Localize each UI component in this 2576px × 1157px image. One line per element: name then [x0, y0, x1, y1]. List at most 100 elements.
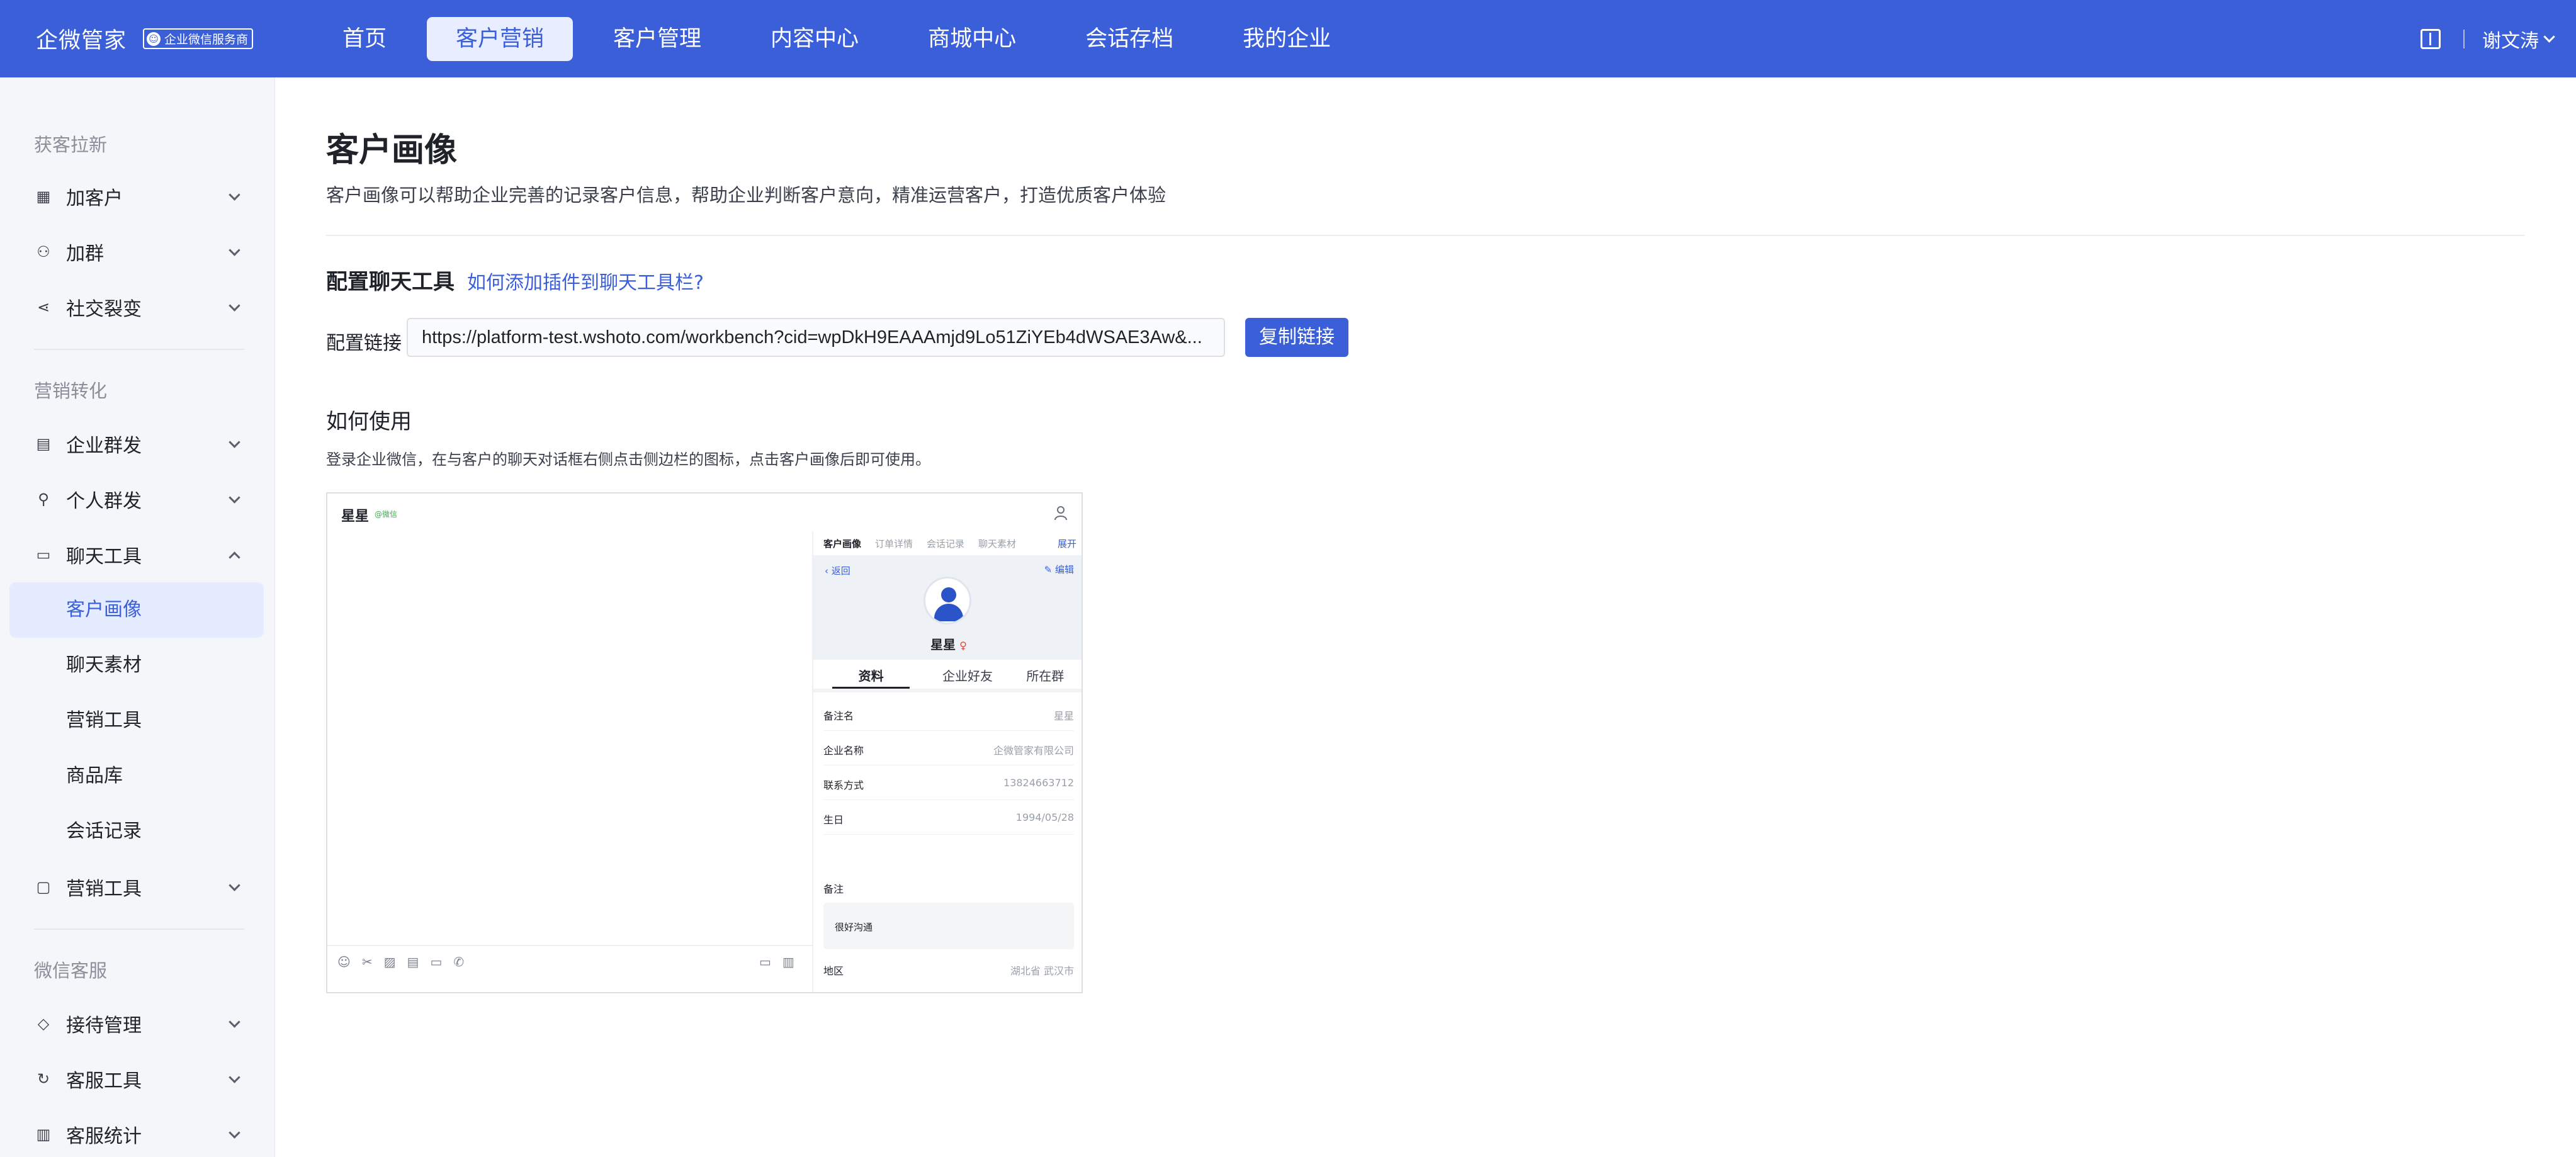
preview-chat-name: 星星 — [341, 509, 370, 524]
preview-field-row: 备注名 星星 — [823, 696, 1074, 731]
sidebar-item-service-tools[interactable]: ↻ 客服工具 — [9, 1051, 264, 1107]
preview-profile-header: ‹ 返回 ✎ 编辑 星星 ♀ — [813, 555, 1082, 660]
usage-preview-image: 星星 @微信 ☺ ✂ ▨ ▤ ▭ ✆ ▭ ▥ 客户画像 订单详情 会话记录 聊天… — [326, 492, 1083, 993]
headset-icon: ↻ — [37, 1070, 50, 1088]
chevron-down-icon — [229, 188, 240, 201]
field-value: 企微管家有限公司 — [993, 745, 1074, 757]
sidebar-subitem-label: 商品库 — [66, 765, 123, 787]
brand[interactable]: 企微管家 ☺ 企业微信服务商 — [36, 0, 254, 77]
sidebar-item-add-customer[interactable]: ▦ 加客户 — [9, 169, 264, 224]
preview-subtabs: 资料 企业好友 所在群 — [813, 663, 1082, 692]
user-group-icon: ⚇ — [37, 243, 50, 261]
sidebar-divider — [34, 349, 244, 350]
preview-tab-orders: 订单详情 — [875, 538, 913, 550]
sidebar-item-add-group[interactable]: ⚇ 加群 — [9, 224, 264, 279]
preview-profile-name: 星星 ♀ — [813, 635, 1082, 653]
preview-chat-tools: ☺ ✂ ▨ ▤ ▭ ✆ — [337, 954, 464, 969]
field-value: 湖北省 武汉市 — [1010, 965, 1074, 977]
chevron-down-icon — [229, 436, 240, 448]
sidebar-subitem-chat-materials[interactable]: 聊天素材 — [9, 638, 264, 693]
sidebar-subitem-customer-profile[interactable]: 客户画像 — [9, 582, 264, 638]
chat-box-icon: ▭ — [36, 546, 51, 563]
config-link-label: 配置链接 — [326, 332, 402, 354]
building-icon: ▤ — [36, 435, 51, 453]
nav-customer-marketing[interactable]: 客户营销 — [427, 16, 573, 61]
sidebar-item-label: 企业群发 — [66, 435, 142, 457]
sidebar-item-label: 聊天工具 — [66, 546, 142, 568]
sidebar-subitem-product-library[interactable]: 商品库 — [9, 748, 264, 804]
sidebar-item-service-stats[interactable]: ▥ 客服统计 — [9, 1107, 264, 1157]
sidebar-item-label: 加客户 — [66, 188, 123, 210]
preview-chat-area: ☺ ✂ ▨ ▤ ▭ ✆ ▭ ▥ — [327, 531, 812, 992]
chevron-down-icon[interactable] — [2543, 31, 2555, 43]
preview-note-box: 很好沟通 — [823, 903, 1074, 949]
chevron-up-icon — [229, 551, 240, 563]
divider — [2463, 29, 2465, 48]
sidebar-item-label: 加群 — [66, 243, 104, 265]
config-link-field[interactable]: https://platform-test.wshoto.com/workben… — [407, 318, 1225, 357]
preview-profile-name-text: 星星 — [930, 637, 956, 652]
top-navbar: 企微管家 ☺ 企业微信服务商 首页 客户营销 客户管理 内容中心 商城中心 会话… — [0, 0, 2576, 77]
person-settings-icon — [1054, 506, 1067, 521]
nav-session-archive[interactable]: 会话存档 — [1056, 17, 1202, 61]
preview-region-row: 地区 湖北省 武汉市 — [823, 962, 1074, 978]
chevron-down-icon — [229, 491, 240, 504]
sidebar-subitem-label: 营销工具 — [66, 709, 142, 731]
sidebar-toggle-icon: ▥ — [782, 954, 794, 969]
bar-chart-icon: ▥ — [36, 1126, 51, 1143]
preview-tab-records: 会话记录 — [927, 538, 965, 550]
field-key: 备注名 — [823, 710, 854, 722]
help-link[interactable]: 如何添加插件到聊天工具栏? — [467, 267, 704, 295]
message-icon: ▢ — [36, 878, 51, 896]
preview-subtab-info: 资料 — [832, 663, 910, 689]
chevron-down-icon — [229, 244, 240, 256]
sidebar-item-reception-management[interactable]: ◇ 接待管理 — [9, 996, 264, 1051]
screen-icon: ▭ — [759, 954, 771, 969]
main-nav: 首页 客户营销 客户管理 内容中心 商城中心 会话存档 我的企业 — [314, 0, 1371, 77]
nav-my-enterprise[interactable]: 我的企业 — [1214, 17, 1360, 61]
chevron-down-icon — [229, 1126, 240, 1139]
chevron-down-icon — [229, 1015, 240, 1028]
emoji-icon: ☺ — [337, 954, 351, 969]
sidebar-item-personal-broadcast[interactable]: ⚲ 个人群发 — [9, 471, 264, 527]
share-icon: ⋖ — [37, 298, 50, 316]
nav-content-center[interactable]: 内容中心 — [742, 17, 888, 61]
preview-chat-tools-right: ▭ ▥ — [759, 954, 794, 969]
field-value: 星星 — [1053, 710, 1074, 722]
help-book-icon[interactable] — [2421, 28, 2441, 49]
preview-edit: ✎ 编辑 — [1044, 564, 1074, 575]
badge-label: 企业微信服务商 — [164, 33, 249, 47]
user-name[interactable]: 谢文涛 — [2482, 25, 2539, 53]
field-key: 企业名称 — [823, 745, 864, 757]
nav-home[interactable]: 首页 — [314, 17, 415, 61]
field-key: 联系方式 — [823, 779, 864, 791]
nav-customer-management[interactable]: 客户管理 — [584, 17, 730, 61]
config-section-title: 配置聊天工具 — [326, 269, 455, 295]
copy-link-button[interactable]: 复制链接 — [1245, 318, 1348, 357]
howto-description: 登录企业微信，在与客户的聊天对话框右侧点击侧边栏的图标，点击客户画像后即可使用。 — [326, 451, 930, 468]
sidebar-item-chat-tools[interactable]: ▭ 聊天工具 — [9, 527, 264, 582]
preview-side-panel: 客户画像 订单详情 会话记录 聊天素材 展开 ‹ 返回 ✎ 编辑 星星♀ 资料 — [812, 531, 1082, 992]
sidebar-item-enterprise-broadcast[interactable]: ▤ 企业群发 — [9, 416, 264, 471]
content-divider — [326, 235, 2524, 236]
sidebar-item-marketing-tools[interactable]: ▢ 营销工具 — [9, 859, 264, 915]
nav-mall-center[interactable]: 商城中心 — [899, 17, 1045, 61]
sidebar-subitem-label: 会话记录 — [66, 820, 142, 842]
sidebar-subitem-marketing-tools[interactable]: 营销工具 — [9, 693, 264, 748]
chevron-down-icon — [229, 299, 240, 312]
chevron-down-icon — [229, 879, 240, 891]
preview-edit-label: 编辑 — [1054, 564, 1074, 575]
sidebar-item-social-fission[interactable]: ⋖ 社交裂变 — [9, 279, 264, 335]
preview-field-row: 联系方式 13824663712 — [823, 765, 1074, 800]
sidebar-item-label: 客服统计 — [66, 1126, 142, 1148]
preview-field-row: 生日 1994/05/28 — [823, 800, 1074, 835]
diamond-icon: ◇ — [37, 1015, 50, 1032]
app-root: 企微管家 ☺ 企业微信服务商 首页 客户营销 客户管理 内容中心 商城中心 会话… — [0, 0, 2576, 1157]
scissors-icon: ✂ — [361, 954, 373, 969]
sidebar-divider — [34, 928, 244, 930]
field-value: 1994/05/28 — [1015, 811, 1074, 823]
folder-icon: ▭ — [430, 954, 443, 969]
preview-note-label: 备注 — [823, 883, 844, 895]
sidebar-subitem-session-records[interactable]: 会话记录 — [9, 804, 264, 859]
preview-subtab-friends: 企业好友 — [942, 669, 993, 684]
